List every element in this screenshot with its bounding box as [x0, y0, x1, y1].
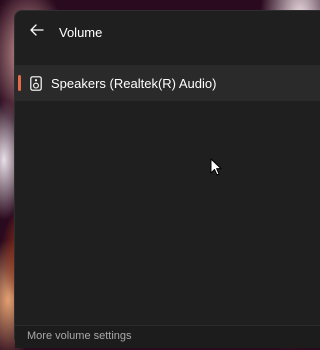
volume-header: Volume — [15, 11, 320, 53]
back-button[interactable] — [19, 14, 55, 50]
volume-flyout-panel: Volume Speakers (Realtek(R) Audio) More … — [14, 10, 320, 348]
selected-indicator — [18, 75, 21, 91]
mouse-cursor-icon — [210, 158, 222, 176]
device-label: Speakers (Realtek(R) Audio) — [51, 75, 217, 91]
speaker-icon — [29, 75, 43, 91]
page-title: Volume — [59, 24, 103, 40]
more-volume-settings-link[interactable]: More volume settings — [27, 330, 132, 342]
device-item-speakers[interactable]: Speakers (Realtek(R) Audio) — [15, 65, 320, 101]
flyout-footer: More volume settings — [15, 325, 320, 348]
arrow-left-icon — [30, 23, 44, 41]
